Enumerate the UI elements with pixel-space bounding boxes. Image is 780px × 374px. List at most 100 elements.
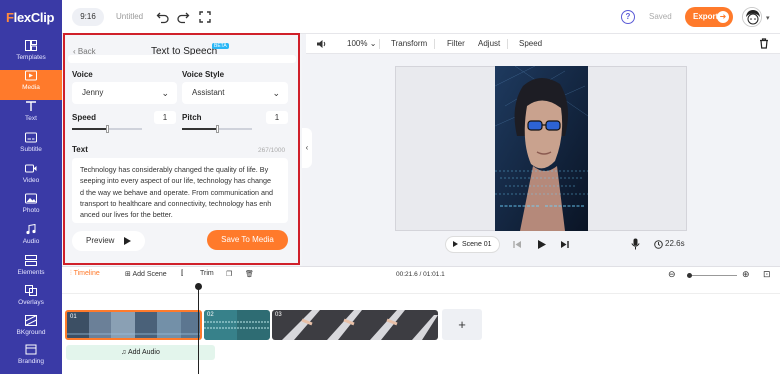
audio-icon — [26, 224, 36, 235]
sidebar-item-photo[interactable]: Photo — [0, 193, 62, 223]
aspect-ratio-button[interactable]: 9:16 — [72, 8, 104, 26]
transform-button[interactable]: Transform — [391, 39, 427, 48]
music-note-icon: ♫ — [121, 349, 127, 356]
chevron-down-icon: ⌄ — [369, 39, 377, 48]
saved-status: Saved — [649, 12, 672, 21]
top-bar: 9:16 Untitled ? Saved Export ➜ ▾ — [62, 0, 780, 34]
help-icon[interactable]: ? — [621, 10, 635, 24]
volume-icon[interactable] — [316, 39, 327, 49]
sidebar-item-templates[interactable]: Templates — [0, 40, 62, 70]
video-frame-image — [495, 66, 588, 231]
sidebar-item-background[interactable]: BKground — [0, 315, 62, 345]
sidebar-item-label: Photo — [22, 207, 40, 214]
sidebar-item-label: Elements — [17, 269, 45, 276]
sidebar-item-elements[interactable]: Elements — [0, 255, 62, 285]
sidebar-item-label: Overlays — [18, 299, 44, 306]
undo-icon[interactable] — [156, 10, 170, 24]
templates-icon — [25, 40, 37, 51]
next-icon[interactable] — [560, 240, 569, 249]
fit-timeline-icon[interactable]: ⊡ — [763, 269, 771, 280]
sidebar-item-video[interactable]: Video — [0, 163, 62, 193]
clock-icon — [654, 240, 663, 249]
chevron-left-icon: ‹ — [305, 143, 309, 152]
clip-3-thumbnails — [272, 310, 438, 340]
sidebar: FlexClip Templates Media Text Subtitle V… — [0, 0, 62, 374]
sidebar-item-media[interactable]: Media — [0, 70, 62, 100]
add-clip-button[interactable]: + — [442, 309, 482, 340]
sidebar-item-audio[interactable]: Audio — [0, 224, 62, 254]
sidebar-item-label: Templates — [16, 54, 46, 61]
zoom-in-icon[interactable]: ⊕ — [742, 269, 750, 280]
sidebar-item-label: Subtitle — [20, 146, 42, 153]
fullscreen-icon[interactable] — [198, 10, 212, 24]
speed-button[interactable]: Speed — [519, 39, 542, 48]
clip-number: 03 — [275, 312, 282, 318]
add-scene-icon: ⊞ — [125, 271, 131, 278]
toolbar-divider — [507, 39, 508, 49]
scene-duration: 22.6s — [665, 239, 685, 248]
collapse-panel-button[interactable]: ‹ — [302, 128, 312, 168]
export-button[interactable]: Export ➜ — [685, 7, 733, 27]
timeline-icon: ⫶ — [70, 270, 72, 277]
clip-1-thumbnails — [67, 312, 200, 338]
play-icon[interactable] — [537, 239, 547, 250]
sidebar-item-label: Video — [22, 177, 40, 184]
zoom-dropdown[interactable]: 100% ⌄ — [347, 39, 376, 48]
timeline-clip-2[interactable]: 02 — [204, 310, 270, 340]
editor-toolbar: 100% ⌄ Transform Filter Adjust Speed — [306, 34, 780, 54]
playhead[interactable] — [198, 284, 199, 374]
previous-icon[interactable] — [513, 240, 522, 249]
sidebar-item-label: Audio — [22, 238, 40, 245]
timeline-ruler — [62, 293, 780, 294]
filter-button[interactable]: Filter — [447, 39, 465, 48]
sidebar-item-subtitle[interactable]: Subtitle — [0, 132, 62, 162]
adjust-button[interactable]: Adjust — [478, 39, 500, 48]
timeline-zoom-slider[interactable] — [687, 275, 737, 276]
sidebar-item-overlays[interactable]: Overlays — [0, 285, 62, 315]
timeline-bar: ⫶ Timeline ⊞ Add Scene ⫿ Trim ❐ 🗑 00:21.… — [62, 266, 780, 282]
photo-icon — [25, 193, 37, 204]
clip-number: 01 — [70, 314, 77, 320]
toolbar-divider — [434, 39, 435, 49]
microphone-icon[interactable] — [631, 238, 640, 250]
playhead-handle[interactable] — [195, 283, 202, 290]
text-icon — [26, 101, 36, 111]
timeline-zoom-handle[interactable] — [687, 273, 692, 278]
project-title[interactable]: Untitled — [116, 12, 143, 21]
clip-number: 02 — [207, 312, 214, 318]
duplicate-icon[interactable]: ❐ — [226, 270, 232, 278]
redo-icon[interactable] — [176, 10, 190, 24]
toolbar-divider — [379, 39, 380, 49]
overlays-icon — [25, 285, 37, 296]
sidebar-item-label: BKground — [16, 329, 46, 336]
timeline-clip-1[interactable]: 01 — [65, 310, 202, 340]
media-icon — [25, 70, 37, 81]
flexclip-logo[interactable]: FlexClip — [6, 10, 54, 25]
sidebar-item-text[interactable]: Text — [0, 101, 62, 131]
trim-button[interactable]: Trim — [200, 270, 214, 277]
video-icon — [25, 164, 37, 173]
subtitle-icon — [25, 132, 37, 143]
trash-icon[interactable]: 🗑 — [245, 270, 254, 278]
add-scene-button[interactable]: ⊞ Add Scene — [125, 270, 167, 278]
split-icon[interactable]: ⫿ — [181, 270, 183, 278]
timeline-clip-3[interactable]: 03 — [272, 310, 438, 340]
timeline-time: 00:21.6 / 01:01.1 — [396, 271, 445, 278]
timeline-toggle[interactable]: ⫶ Timeline — [70, 270, 100, 278]
trash-icon[interactable] — [759, 38, 769, 49]
sidebar-item-branding[interactable]: Branding — [0, 344, 62, 374]
video-preview[interactable] — [495, 66, 588, 231]
avatar[interactable] — [742, 7, 762, 27]
sidebar-item-label: Branding — [17, 358, 45, 365]
chevron-down-icon[interactable]: ▾ — [766, 14, 770, 22]
arrow-right-icon: ➜ — [717, 11, 729, 23]
background-icon — [25, 315, 37, 326]
elements-icon — [25, 255, 37, 266]
add-audio-button[interactable]: ♫ Add Audio — [66, 345, 215, 360]
zoom-out-icon[interactable]: ⊖ — [668, 269, 676, 280]
avatar-face-icon — [743, 8, 761, 26]
play-icon — [453, 241, 458, 247]
scene-selector[interactable]: Scene 01 — [445, 236, 500, 253]
sidebar-item-label: Media — [22, 84, 40, 91]
highlight-frame — [63, 33, 300, 265]
